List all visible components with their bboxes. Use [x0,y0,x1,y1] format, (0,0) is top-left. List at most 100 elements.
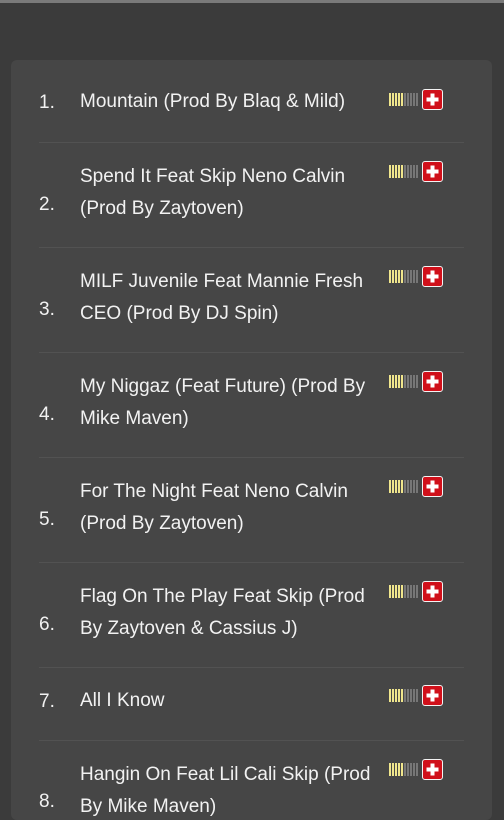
track-title[interactable]: All I Know [80,685,390,717]
rating-meter-bar [398,585,400,598]
rating-meter-bar [416,375,418,388]
rating-meter-bar [410,763,412,776]
add-plus-icon[interactable] [422,266,443,287]
add-plus-icon[interactable] [422,685,443,706]
rating-meter-icon[interactable] [389,375,418,388]
rating-meter-bar [404,689,406,702]
rating-meter-bar [398,480,400,493]
track-row[interactable]: 4. My Niggaz (Feat Future) (Prod By Mike … [39,353,464,458]
add-plus-icon[interactable] [422,371,443,392]
track-row[interactable]: 1. Mountain (Prod By Blaq & Mild) [39,68,464,143]
rating-meter-icon[interactable] [389,480,418,493]
track-number: 4. [39,404,55,425]
rating-meter-icon[interactable] [389,93,418,106]
rating-meter-bar [404,375,406,388]
rating-meter-bar [416,270,418,283]
rating-meter-bar [404,763,406,776]
rating-meter-icon[interactable] [389,763,418,776]
rating-meter-bar [413,270,415,283]
rating-meter-bar [410,585,412,598]
track-title[interactable]: Spend It Feat Skip Neno Calvin (Prod By … [80,161,390,225]
rating-meter-bar [407,375,409,388]
track-number: 7. [39,691,55,712]
rating-meter-bar [398,763,400,776]
rating-meter-bar [389,480,391,493]
track-row[interactable]: 8. Hangin On Feat Lil Cali Skip (Prod By … [39,741,464,820]
rating-meter-bar [395,375,397,388]
rating-meter-bar [401,585,403,598]
rating-meter-bar [407,480,409,493]
rating-meter-bar [407,270,409,283]
track-number: 3. [39,299,55,320]
rating-meter-bar [407,763,409,776]
rating-meter-bar [416,93,418,106]
track-number: 2. [39,194,55,215]
rating-meter-bar [389,375,391,388]
track-title[interactable]: Flag On The Play Feat Skip (Prod By Zayt… [80,581,390,645]
rating-meter-bar [389,165,391,178]
rating-meter-icon[interactable] [389,585,418,598]
track-row[interactable]: 3. MILF Juvenile Feat Mannie Fresh CEO (P… [39,248,464,353]
rating-meter-bar [413,165,415,178]
track-controls [389,161,443,182]
track-row[interactable]: 5. For The Night Feat Neno Calvin (Prod B… [39,458,464,563]
rating-meter-bar [395,270,397,283]
rating-meter-bar [392,270,394,283]
track-controls [389,89,443,110]
rating-meter-bar [416,689,418,702]
add-plus-icon[interactable] [422,89,443,110]
track-title[interactable]: Hangin On Feat Lil Cali Skip (Prod By Mi… [80,759,390,820]
track-title[interactable]: My Niggaz (Feat Future) (Prod By Mike Ma… [80,371,390,435]
rating-meter-bar [392,93,394,106]
rating-meter-bar [413,763,415,776]
rating-meter-bar [395,585,397,598]
rating-meter-bar [398,93,400,106]
rating-meter-bar [404,93,406,106]
rating-meter-bar [410,93,412,106]
rating-meter-icon[interactable] [389,165,418,178]
rating-meter-bar [392,689,394,702]
rating-meter-bar [410,270,412,283]
track-title[interactable]: For The Night Feat Neno Calvin (Prod By … [80,476,390,540]
rating-meter-bar [401,763,403,776]
track-row[interactable]: 7. All I Know [39,668,464,741]
rating-meter-bar [395,763,397,776]
add-plus-icon[interactable] [422,581,443,602]
rating-meter-bar [392,165,394,178]
rating-meter-bar [401,93,403,106]
rating-meter-bar [398,165,400,178]
track-number: 5. [39,509,55,530]
track-row[interactable]: 2. Spend It Feat Skip Neno Calvin (Prod B… [39,143,464,248]
rating-meter-bar [398,689,400,702]
rating-meter-bar [389,93,391,106]
track-controls [389,266,443,287]
rating-meter-bar [407,585,409,598]
rating-meter-bar [398,375,400,388]
add-plus-icon[interactable] [422,759,443,780]
track-title[interactable]: Mountain (Prod By Blaq & Mild) [80,86,390,118]
rating-meter-bar [407,689,409,702]
rating-meter-bar [416,585,418,598]
rating-meter-bar [389,585,391,598]
rating-meter-icon[interactable] [389,270,418,283]
tracklist: 1. Mountain (Prod By Blaq & Mild) 2. Spend … [39,68,464,820]
track-row[interactable]: 6. Flag On The Play Feat Skip (Prod By Za… [39,563,464,668]
rating-meter-bar [410,375,412,388]
track-number: 6. [39,614,55,635]
rating-meter-bar [416,763,418,776]
rating-meter-bar [401,689,403,702]
rating-meter-bar [401,165,403,178]
rating-meter-bar [389,270,391,283]
track-controls [389,476,443,497]
add-plus-icon[interactable] [422,476,443,497]
rating-meter-bar [392,375,394,388]
track-number: 1. [39,92,55,113]
rating-meter-icon[interactable] [389,689,418,702]
rating-meter-bar [410,480,412,493]
track-title[interactable]: MILF Juvenile Feat Mannie Fresh CEO (Pro… [80,266,390,330]
add-plus-icon[interactable] [422,161,443,182]
track-controls [389,581,443,602]
track-controls [389,759,443,780]
rating-meter-bar [413,93,415,106]
rating-meter-bar [401,480,403,493]
